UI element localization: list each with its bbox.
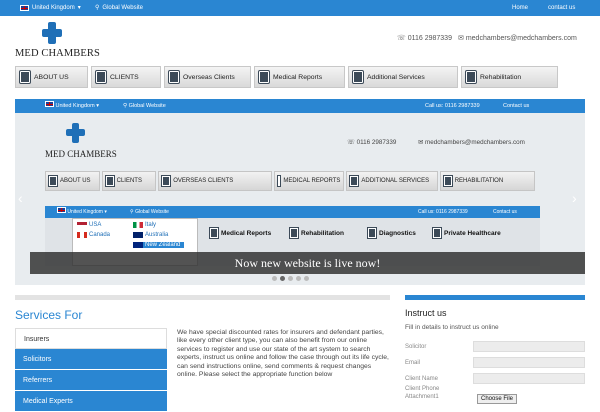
slide-logo: MED CHAMBERS bbox=[45, 123, 120, 163]
preview-service: Private Healthcare bbox=[433, 226, 501, 240]
slide-nav-item: OVERSEAS CLIENTS bbox=[158, 171, 273, 191]
services-heading: Services For bbox=[15, 308, 83, 322]
service-tab-referrers[interactable]: Referrers bbox=[15, 370, 167, 391]
brand-logo[interactable]: MED CHAMBERS bbox=[15, 22, 100, 60]
nav-overseas-clients[interactable]: Overseas Clients bbox=[164, 66, 251, 88]
slide-nav-item: CLIENTS bbox=[101, 171, 157, 191]
slide-nav-item: ABOUT US bbox=[45, 171, 100, 191]
header-email[interactable]: ✉ medchambers@medchambers.com bbox=[458, 34, 577, 42]
nav-clients[interactable]: CLIENTS bbox=[91, 66, 161, 88]
instruct-subheading: Fill in details to instruct us online bbox=[405, 324, 499, 331]
envelope-icon: ✉ bbox=[458, 35, 464, 42]
email-field[interactable] bbox=[473, 357, 585, 368]
preview-country: United Kingdom ▾ bbox=[57, 206, 107, 218]
slide-phone: ☏ 0116 2987339 bbox=[347, 139, 397, 146]
global-website-label: Global Website bbox=[102, 5, 143, 11]
slide-nav-item: MEDICAL REPORTS bbox=[274, 171, 345, 191]
nav-label: Overseas Clients bbox=[183, 73, 235, 81]
preview-service: Diagnostics bbox=[368, 226, 416, 240]
preview-global: ⚲ Global Website bbox=[130, 209, 169, 215]
main-nav: ABOUT US CLIENTS Overseas Clients Medica… bbox=[15, 66, 585, 88]
preview-service: Medical Reports bbox=[210, 226, 271, 240]
slider-dot-active[interactable] bbox=[280, 276, 285, 281]
instruct-heading: Instruct us bbox=[405, 308, 447, 318]
brand-name: MED CHAMBERS bbox=[15, 48, 100, 59]
headset-icon: ☏ bbox=[397, 35, 406, 42]
slider-dot[interactable] bbox=[272, 276, 277, 281]
slider-dot[interactable] bbox=[288, 276, 293, 281]
field-label: Email bbox=[405, 360, 421, 366]
slide-caption: Now new website is live now! bbox=[30, 252, 585, 274]
country-option: Australia bbox=[133, 232, 168, 238]
preview-call: Call us: 0116 2987339 bbox=[418, 209, 468, 215]
field-label: Attachment1 bbox=[405, 394, 439, 400]
slide-contact: Contact us bbox=[503, 103, 530, 109]
field-label: Client Phone bbox=[405, 386, 440, 392]
nav-label: Rehabilitation bbox=[480, 73, 522, 81]
uk-flag-icon bbox=[20, 5, 29, 11]
header-phone: ☏ 0116 2987339 bbox=[397, 34, 452, 42]
section-divider-left bbox=[15, 295, 390, 300]
country-option: Italy bbox=[133, 222, 156, 228]
country-selector[interactable]: United Kingdom ▾ bbox=[20, 0, 81, 16]
services-list: Insurers Solicitors Referrers Medical Ex… bbox=[15, 328, 167, 412]
home-link[interactable]: Home bbox=[512, 0, 528, 16]
nav-about-us[interactable]: ABOUT US bbox=[15, 66, 88, 88]
global-website-link[interactable]: ⚲ Global Website bbox=[95, 0, 143, 16]
rehabilitation-icon bbox=[466, 71, 476, 83]
slide-nav-item: REHABILITATION bbox=[439, 171, 536, 191]
country-option: USA bbox=[77, 222, 101, 228]
globe-icon bbox=[169, 71, 179, 83]
location-pin-icon: ⚲ bbox=[95, 5, 100, 11]
nav-medical-reports[interactable]: Medical Reports bbox=[254, 66, 345, 88]
field-label: Solicitor bbox=[405, 344, 427, 350]
chevron-down-icon: ▾ bbox=[77, 5, 81, 11]
preview-service: Rehabilitation bbox=[290, 226, 344, 240]
nav-label: CLIENTS bbox=[110, 73, 139, 81]
nav-label: Medical Reports bbox=[273, 73, 323, 81]
phone-text: 0116 2987339 bbox=[407, 35, 452, 42]
slide-global: ⚲ Global Website bbox=[123, 103, 166, 109]
clients-icon bbox=[96, 71, 106, 83]
field-label: Client Name bbox=[405, 376, 439, 382]
solicitor-field[interactable] bbox=[473, 341, 585, 352]
preview-contact: Contact us bbox=[493, 209, 517, 215]
slide-preview-bar: United Kingdom ▾ ⚲ Global Website Call u… bbox=[45, 206, 540, 218]
choose-file-button[interactable]: Choose File bbox=[477, 394, 518, 404]
services-description: We have special discounted rates for ins… bbox=[177, 329, 389, 379]
client-name-field[interactable] bbox=[473, 373, 585, 384]
nav-label: ABOUT US bbox=[34, 73, 69, 81]
service-tab-insurers[interactable]: Insurers bbox=[15, 328, 167, 349]
service-tab-medical-experts[interactable]: Medical Experts bbox=[15, 391, 167, 412]
slide-nav: ABOUT US CLIENTS OVERSEAS CLIENTS MEDICA… bbox=[45, 171, 536, 191]
slide-logo-name: MED CHAMBERS bbox=[45, 149, 117, 159]
people-icon bbox=[20, 71, 30, 83]
top-bar: United Kingdom ▾ ⚲ Global Website Home c… bbox=[0, 0, 600, 16]
slider-prev-arrow-icon[interactable]: ‹ bbox=[18, 190, 23, 206]
slider-dots bbox=[272, 276, 309, 281]
slide-call: Call us: 0116 2987339 bbox=[425, 103, 480, 109]
section-divider-right bbox=[405, 295, 585, 300]
slider-next-arrow-icon[interactable]: › bbox=[572, 190, 577, 206]
country-option: New Zealand bbox=[133, 242, 185, 248]
services-icon bbox=[353, 71, 363, 83]
slider-dot[interactable] bbox=[304, 276, 309, 281]
country-option: Canada bbox=[77, 232, 110, 238]
slide-nav-item: ADDITIONAL SERVICES bbox=[346, 171, 438, 191]
email-text: medchambers@medchambers.com bbox=[465, 35, 577, 42]
medical-cross-icon bbox=[42, 22, 62, 44]
instruct-form: Instruct us Fill in details to instruct … bbox=[405, 308, 585, 404]
slide-email: ✉ medchambers@medchambers.com bbox=[418, 139, 525, 146]
service-tab-solicitors[interactable]: Solicitors bbox=[15, 349, 167, 370]
slider-dot[interactable] bbox=[296, 276, 301, 281]
nav-additional-services[interactable]: Additional Services bbox=[348, 66, 458, 88]
report-icon bbox=[259, 71, 269, 83]
slide-top-bar: United Kingdom ▾ ⚲ Global Website Call u… bbox=[15, 99, 585, 113]
nav-label: Additional Services bbox=[367, 73, 425, 81]
slide-country: United Kingdom ▾ bbox=[45, 99, 99, 113]
nav-rehabilitation[interactable]: Rehabilitation bbox=[461, 66, 558, 88]
contact-us-link[interactable]: contact us bbox=[548, 0, 575, 16]
country-label: United Kingdom bbox=[32, 5, 75, 11]
